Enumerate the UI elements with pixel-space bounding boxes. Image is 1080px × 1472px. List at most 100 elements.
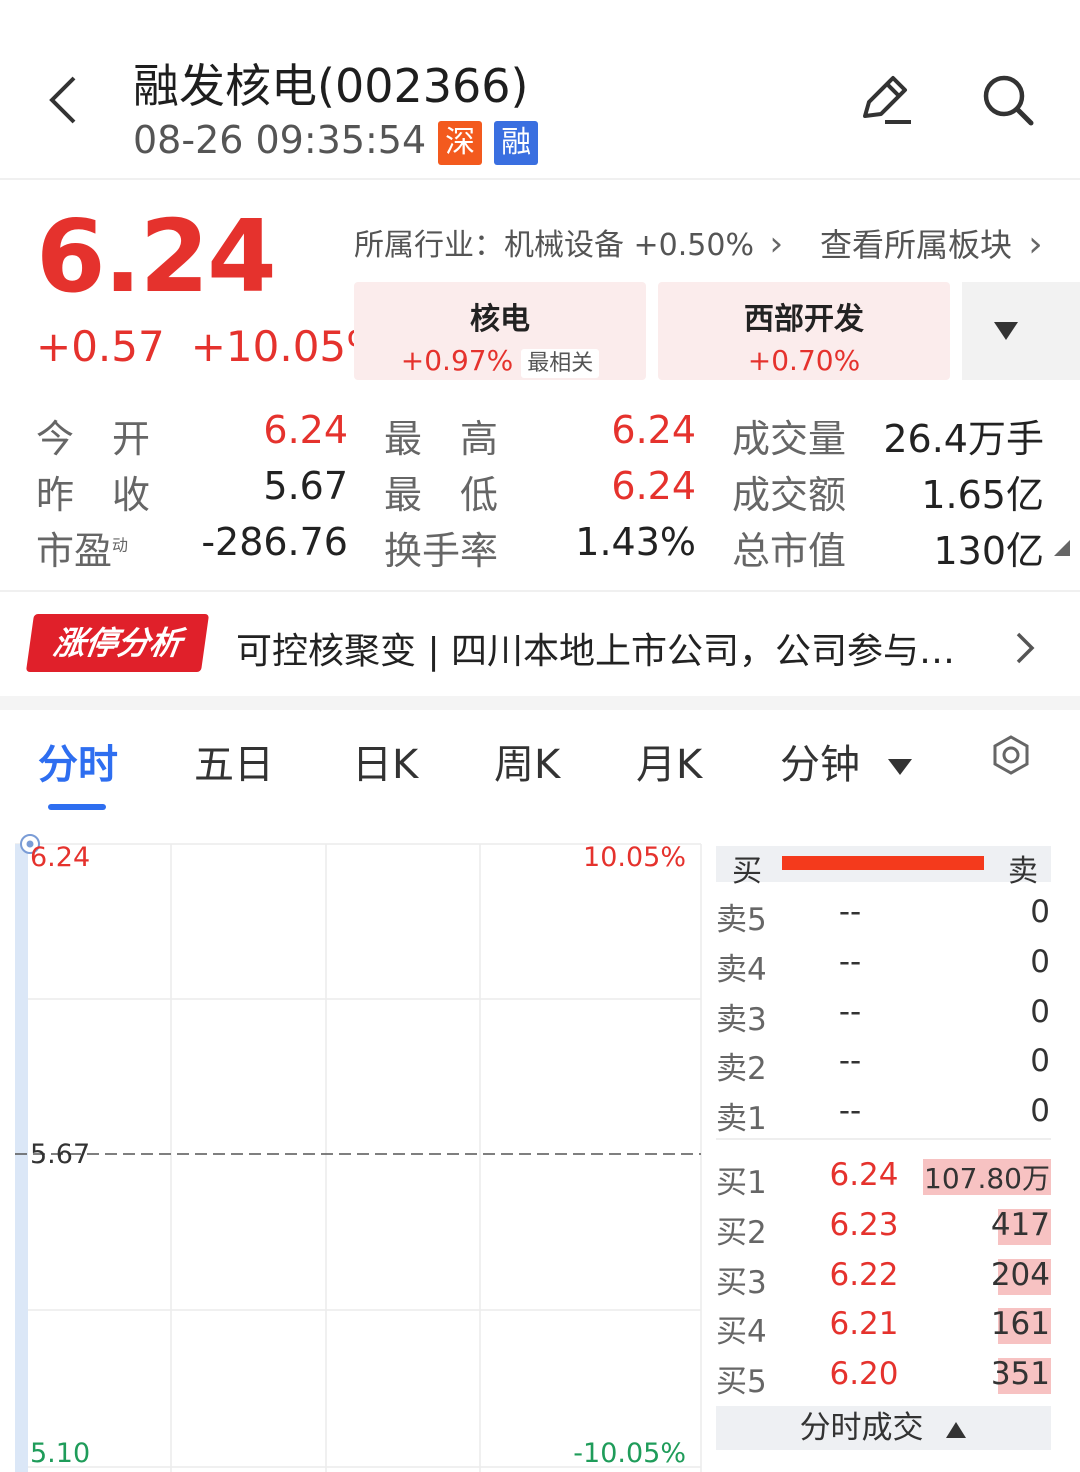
limit-up-reason[interactable]: 可控核聚变 | 四川本地上市公司，公司参与…: [236, 622, 981, 674]
chart-plot-area: [15, 844, 701, 1472]
bid-volume: 417: [990, 1207, 1050, 1243]
ask-level-label: 卖5: [716, 902, 767, 938]
price-change: +0.57 +10.05%: [36, 322, 386, 371]
ask-price: --: [838, 944, 862, 980]
stock-title: 融发核电(002366): [133, 59, 529, 113]
limit-up-analysis-badge[interactable]: 涨停分析: [25, 614, 210, 672]
expand-corner-icon[interactable]: [1054, 540, 1070, 556]
section-gap: [0, 696, 1080, 710]
view-sectors-link[interactable]: 查看所属板块 ›: [820, 220, 1043, 266]
axis-top-pct: 10.05%: [583, 842, 686, 873]
volume-label: 成交量: [732, 417, 847, 461]
sector-card-western[interactable]: 西部开发 +0.70%: [658, 282, 950, 380]
change-value: +0.57: [36, 322, 165, 371]
more-sectors-button[interactable]: [962, 282, 1080, 380]
low-label: 最 低: [384, 473, 499, 517]
pe-sup: 动: [112, 535, 129, 555]
sector-pct: +0.70%: [747, 344, 861, 377]
pe-label-text: 市盈: [36, 529, 113, 573]
chart-settings-icon[interactable]: [990, 734, 1032, 776]
margin-tag: 融: [494, 120, 539, 165]
bid-price: 6.23: [829, 1207, 899, 1243]
triangle-down-icon: [887, 759, 912, 775]
bid-price: 6.21: [829, 1306, 899, 1342]
bid-price: 6.24: [829, 1157, 899, 1193]
prev-close-label: 昨 收: [36, 473, 151, 517]
ask-level-label: 卖2: [716, 1051, 767, 1087]
turnover-value: 1.43%: [575, 520, 696, 564]
ask-level-label: 卖4: [716, 952, 767, 988]
sector-name: 西部开发: [744, 302, 864, 337]
open-value: 6.24: [263, 408, 348, 452]
quote-time: 08-26 09:35:54 深融: [133, 118, 539, 165]
tab-daily-k[interactable]: 日K: [352, 732, 418, 790]
ask-level-label: 卖1: [716, 1101, 767, 1137]
active-tab-indicator: [48, 804, 106, 810]
axis-bottom-price: 5.10: [30, 1438, 90, 1469]
tab-minute[interactable]: 分钟: [780, 732, 913, 790]
book-divider: [716, 1138, 1051, 1140]
tick-trades-label: 分时成交: [799, 1410, 924, 1446]
sector-card-nuclear[interactable]: 核电 +0.97% 最相关: [354, 282, 646, 380]
sell-label: 卖: [1008, 854, 1038, 889]
bid-level-label: 买5: [716, 1364, 767, 1400]
axis-bottom-pct: -10.05%: [573, 1438, 686, 1469]
triangle-up-icon: [946, 1421, 967, 1438]
tab-five-day[interactable]: 五日: [194, 732, 274, 790]
bid-price: 6.20: [829, 1356, 899, 1392]
chevron-right-icon: ›: [1028, 224, 1043, 265]
ask-volume: 0: [1030, 1043, 1050, 1079]
ask-volume: 0: [1030, 944, 1050, 980]
tick-trades-toggle[interactable]: 分时成交: [716, 1406, 1051, 1450]
intraday-chart[interactable]: 6.24 10.05% 5.67 5.10 -10.05%: [0, 830, 705, 1472]
open-label: 今 开: [36, 417, 151, 461]
prev-close-value: 5.67: [263, 464, 348, 508]
bid-level-label: 买4: [716, 1314, 767, 1350]
triangle-down-icon: [994, 322, 1018, 340]
bid-volume: 204: [990, 1257, 1050, 1293]
ask-level-label: 卖3: [716, 1002, 767, 1038]
high-value: 6.24: [611, 408, 696, 452]
pe-value: -286.76: [201, 520, 348, 564]
volume-value: 26.4万手: [883, 417, 1044, 461]
low-value: 6.24: [611, 464, 696, 508]
top-bar: 融发核电(002366) 08-26 09:35:54 深融: [0, 0, 1080, 180]
industry-link[interactable]: 所属行业：机械设备 +0.50% ›: [354, 220, 783, 264]
bid-level-label: 买1: [716, 1165, 767, 1201]
tab-minute-label: 分钟: [780, 742, 860, 788]
buy-sell-ratio-bar: [782, 856, 984, 870]
axis-mid-price: 5.67: [30, 1139, 90, 1170]
ask-volume: 0: [1030, 994, 1050, 1030]
current-price: 6.24: [36, 198, 277, 315]
price-range-strip: [15, 844, 28, 1472]
bid-level-label: 买2: [716, 1215, 767, 1251]
industry-text: 所属行业：机械设备 +0.50%: [354, 228, 754, 263]
tab-intraday[interactable]: 分时: [38, 732, 118, 790]
high-label: 最 高: [384, 417, 499, 461]
sector-pct: +0.97%: [400, 344, 514, 377]
turnover-label: 换手率: [384, 529, 499, 573]
bid-volume: 351: [990, 1356, 1050, 1392]
tab-weekly-k[interactable]: 周K: [494, 732, 560, 790]
bid-level-label: 买3: [716, 1265, 767, 1301]
amount-value: 1.65亿: [921, 473, 1044, 517]
chevron-right-icon: ›: [769, 224, 784, 264]
buy-label: 买: [732, 854, 762, 889]
exchange-tag: 深: [438, 120, 483, 165]
ask-price: --: [838, 994, 862, 1030]
ask-price: --: [838, 1043, 862, 1079]
search-icon[interactable]: [978, 70, 1038, 130]
divider: [0, 590, 1080, 592]
ask-volume: 0: [1030, 1093, 1050, 1129]
tab-monthly-k[interactable]: 月K: [636, 732, 702, 790]
order-book-ratio-bar: 买 卖: [716, 846, 1051, 889]
ask-price: --: [838, 1093, 862, 1129]
market-cap-label: 总市值: [732, 529, 847, 573]
chevron-right-icon[interactable]: [1010, 628, 1040, 668]
axis-top-price: 6.24: [30, 842, 90, 873]
back-arrow-icon[interactable]: [40, 70, 90, 130]
amount-label: 成交额: [732, 473, 847, 517]
quote-datetime: 08-26 09:35:54: [133, 118, 427, 162]
view-sectors-text: 查看所属板块: [820, 226, 1013, 264]
edit-icon[interactable]: [855, 70, 915, 130]
